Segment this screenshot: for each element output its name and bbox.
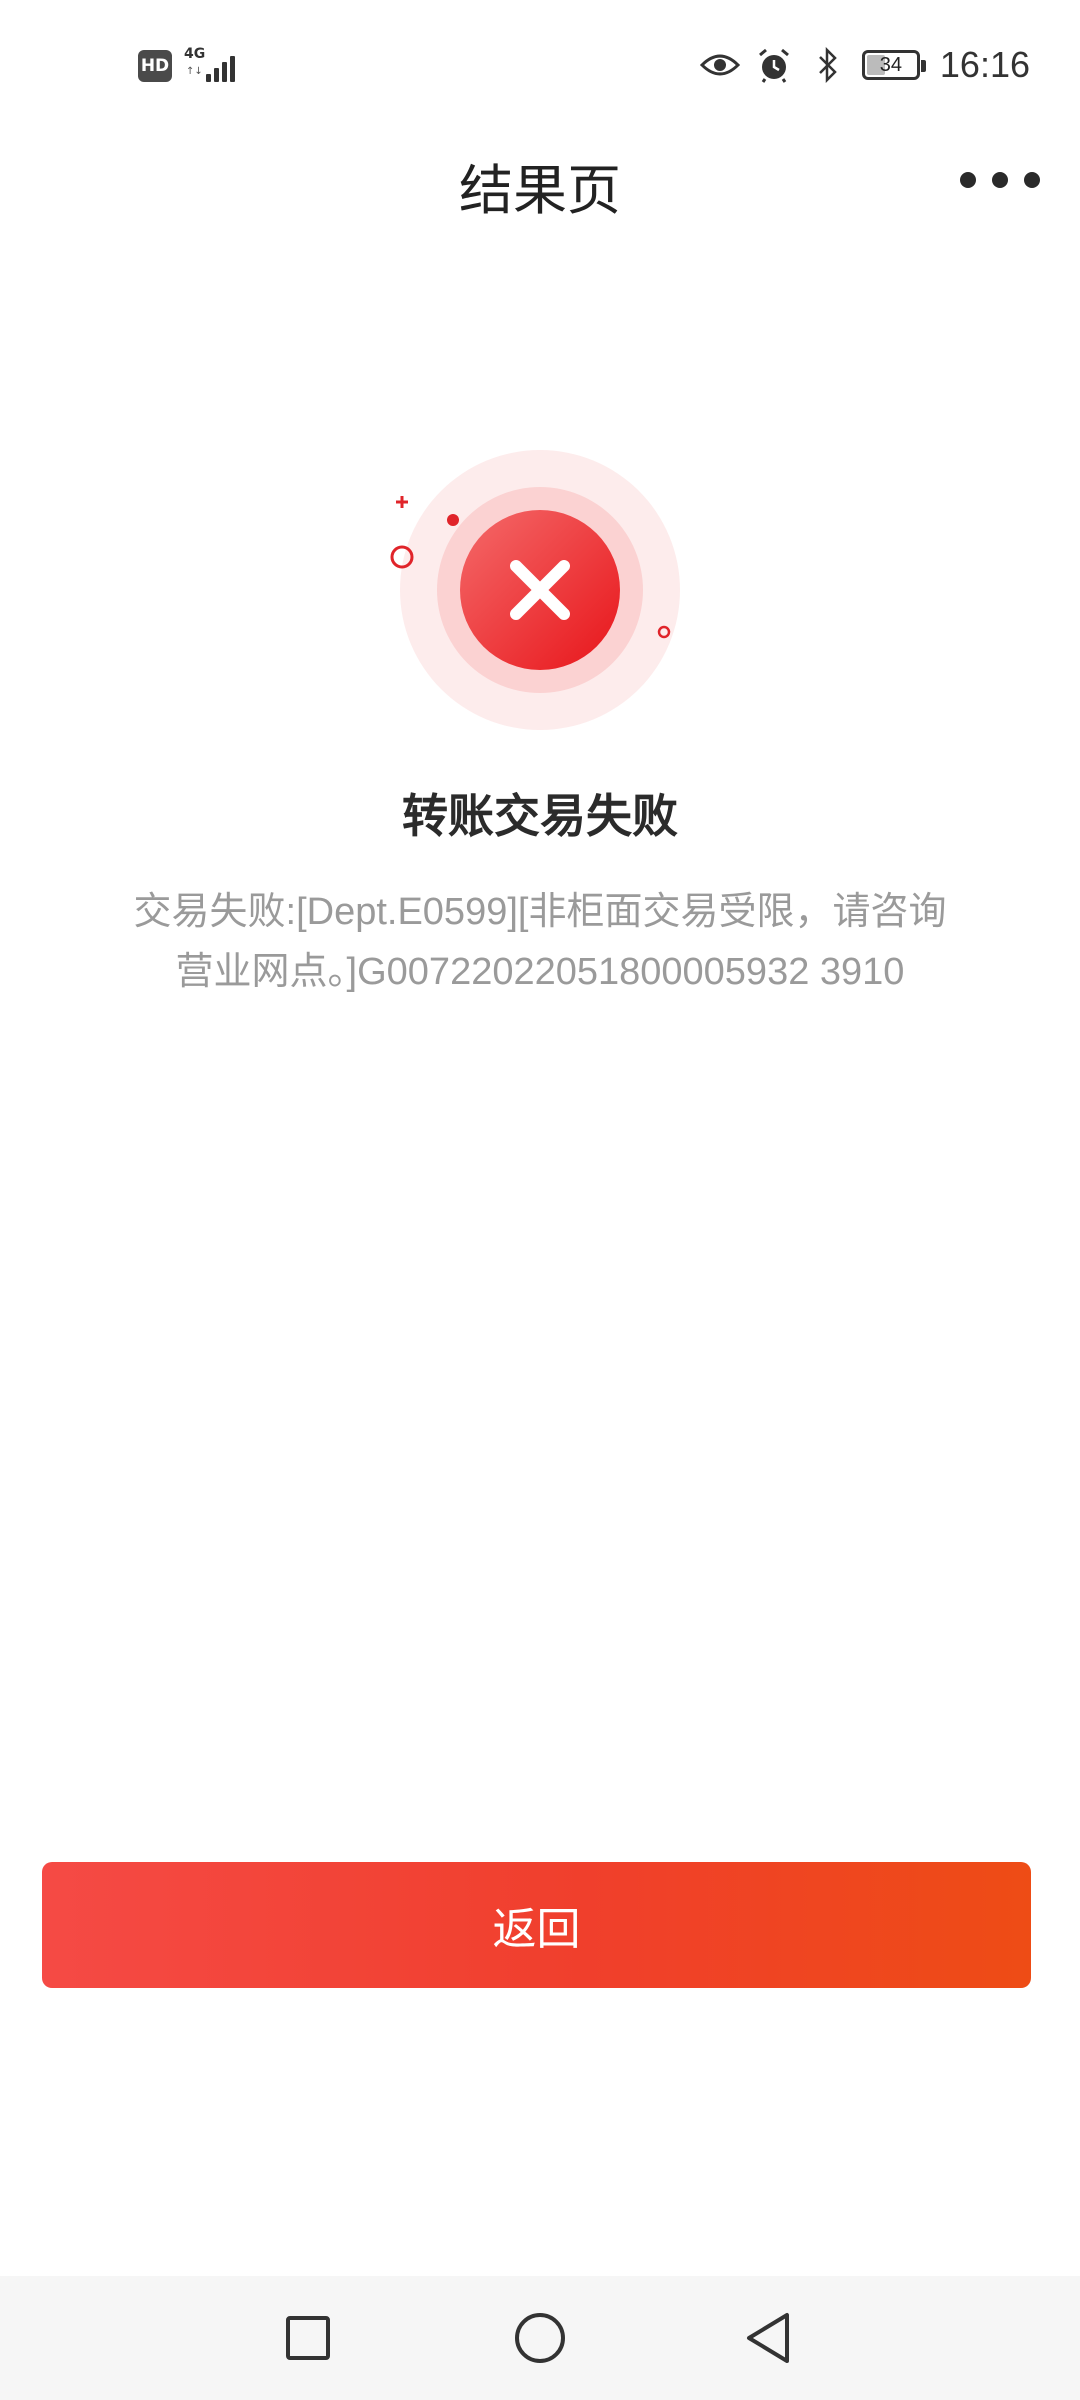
page-title: 结果页 [459,159,621,222]
bluetooth-icon [808,45,848,85]
dot-decoration [447,514,459,526]
signal-4g-icon: 4G ↑↓ [184,46,240,86]
signal-bars [206,50,240,82]
network-type-label: 4G [184,46,206,62]
battery-icon: 34 [861,50,926,80]
status-right: 34 16:16 [699,40,1030,90]
title-bar: 结果页 [0,130,1080,230]
failure-status-graphic [380,440,700,760]
back-triangle-icon[interactable] [738,2308,798,2368]
alarm-icon [754,45,794,85]
result-page: HD 4G ↑↓ 34 16:16 结果页 转账交易失败 交易失败:[Dept.… [0,0,1080,2400]
recent-apps-square-icon[interactable] [278,2308,338,2368]
result-title: 转账交易失败 [402,789,678,843]
battery-percent: 34 [879,53,903,76]
system-nav-bar [0,2276,1080,2400]
eye-comfort-icon [699,45,740,85]
hd-icon: HD [138,50,172,82]
result-message: 交易失败:[Dept.E0599][非柜面交易受限，请咨询营业网点。]G0072… [133,891,947,993]
more-dots-icon[interactable] [960,160,1040,200]
return-button[interactable]: 返回 [42,1862,1031,1988]
status-time: 16:16 [939,44,1030,85]
status-bar: HD 4G ↑↓ 34 16:16 [0,0,1080,130]
status-left: HD 4G ↑↓ [138,44,240,88]
network-activity-arrows: ↑↓ [186,66,203,77]
home-circle-icon[interactable] [510,2308,570,2368]
sparkle-decoration [396,496,408,508]
